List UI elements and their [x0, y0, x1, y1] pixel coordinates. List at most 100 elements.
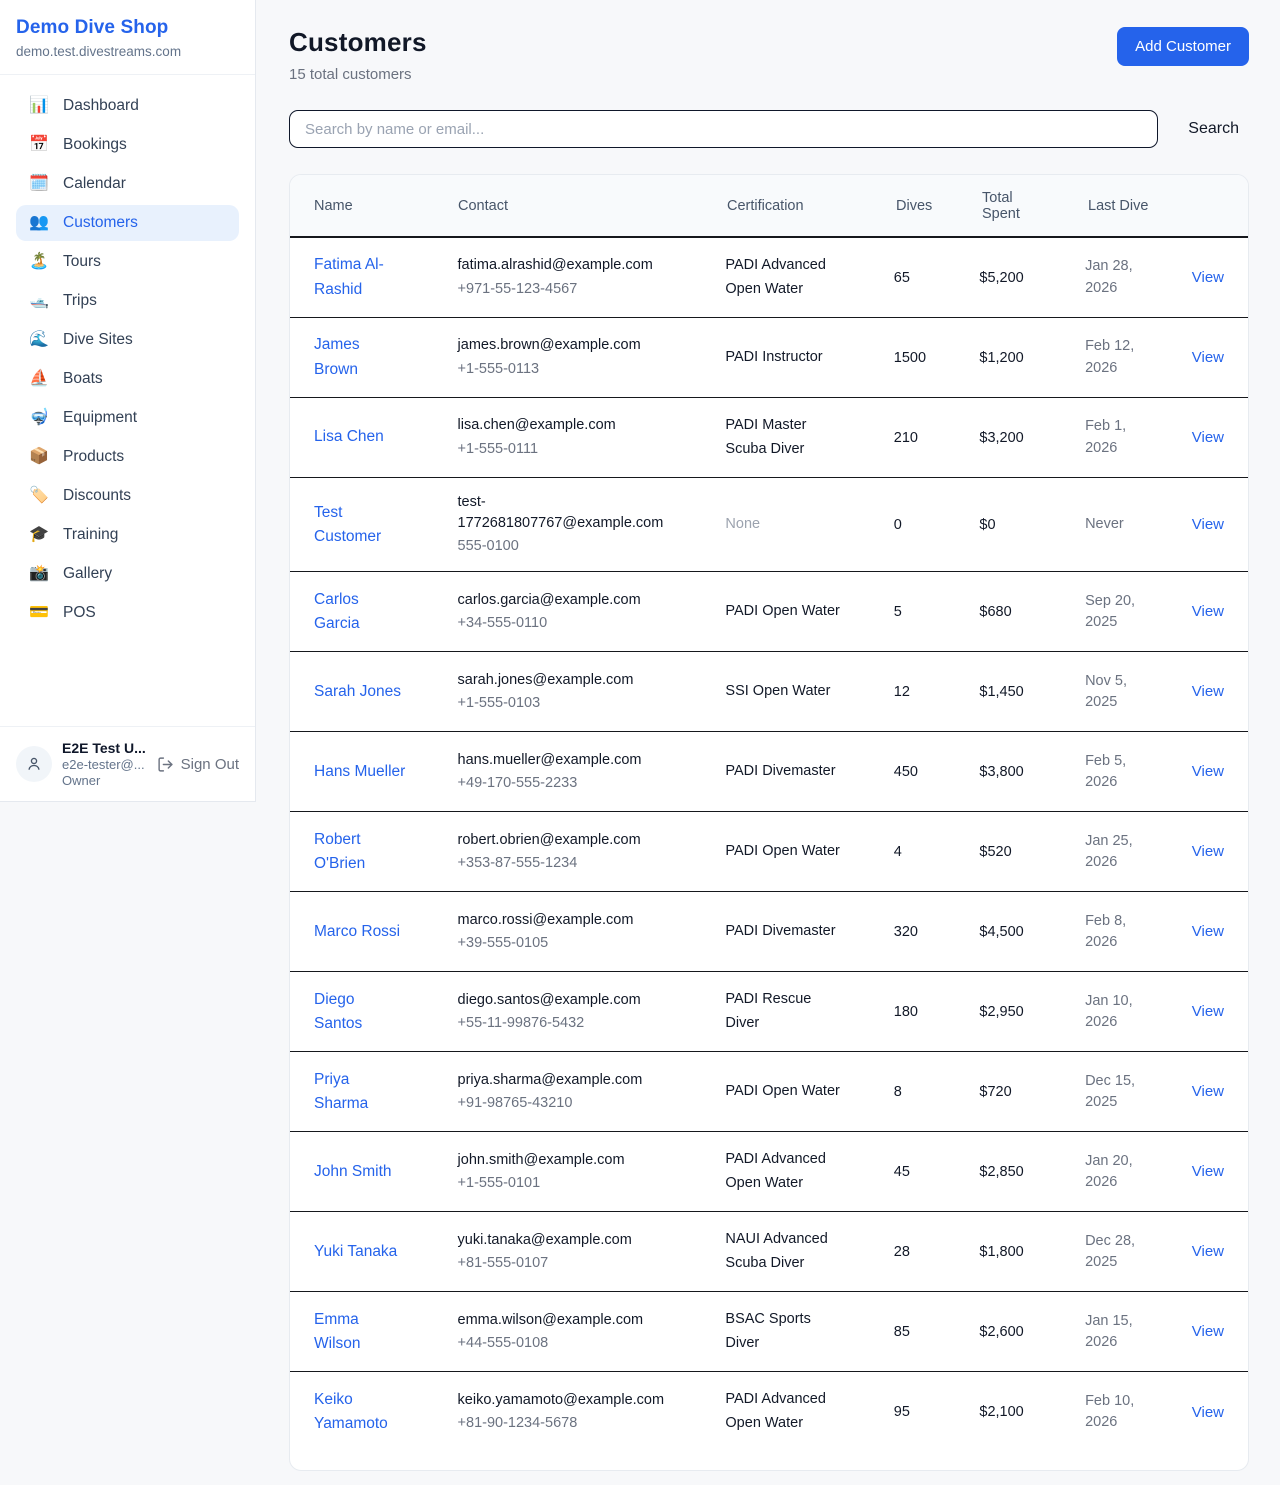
sidebar-item-discounts[interactable]: 🏷️ Discounts — [16, 478, 239, 514]
view-customer-link[interactable]: View — [1192, 843, 1224, 860]
sidebar-item-trips[interactable]: 🛥️ Trips — [16, 283, 239, 319]
customer-name-link[interactable]: James Brown — [314, 333, 406, 381]
customer-dives: 12 — [894, 684, 910, 700]
view-customer-link[interactable]: View — [1192, 1404, 1224, 1421]
customer-certification: BSAC Sports Diver — [725, 1308, 847, 1356]
view-customer-link[interactable]: View — [1192, 763, 1224, 780]
customer-certification: PADI Rescue Diver — [725, 988, 847, 1036]
customer-dives: 65 — [894, 270, 910, 286]
view-customer-link[interactable]: View — [1192, 683, 1224, 700]
column-header-dives: Dives — [896, 198, 982, 214]
customer-last-dive: Jan 20, 2026 — [1085, 1151, 1148, 1193]
customer-certification: PADI Open Water — [725, 1080, 847, 1104]
sign-out-button[interactable]: Sign Out — [157, 756, 239, 773]
customer-name-link[interactable]: Emma Wilson — [314, 1308, 406, 1356]
person-icon — [25, 755, 43, 773]
table-row: Emma Wilson emma.wilson@example.com +44-… — [290, 1292, 1248, 1372]
sidebar-item-customers[interactable]: 👥 Customers — [16, 205, 239, 241]
sidebar-item-calendar[interactable]: 🗓️ Calendar — [16, 166, 239, 202]
customer-dives: 210 — [894, 430, 918, 446]
customer-name-link[interactable]: Priya Sharma — [314, 1068, 406, 1116]
customer-last-dive: Sep 20, 2025 — [1085, 591, 1148, 633]
sidebar-item-tours[interactable]: 🏝️ Tours — [16, 244, 239, 280]
customer-name-link[interactable]: Fatima Al-Rashid — [314, 253, 406, 301]
customer-name-link[interactable]: Hans Mueller — [314, 760, 405, 784]
customer-dives: 8 — [894, 1084, 902, 1100]
view-customer-link[interactable]: View — [1192, 269, 1224, 286]
credit-card-icon: 💳 — [28, 605, 50, 621]
page-header: Customers 15 total customers Add Custome… — [289, 27, 1249, 83]
customer-total-spent: $0 — [979, 517, 995, 533]
sidebar-item-bookings[interactable]: 📅 Bookings — [16, 127, 239, 163]
customer-name-link[interactable]: Robert O'Brien — [314, 828, 406, 876]
sailboat-icon: ⛵ — [28, 371, 50, 387]
customer-certification: PADI Advanced Open Water — [725, 254, 847, 302]
view-customer-link[interactable]: View — [1192, 516, 1224, 533]
calendar-icon: 📅 — [28, 137, 50, 153]
customer-name-link[interactable]: Test Customer — [314, 501, 406, 549]
table-row: Robert O'Brien robert.obrien@example.com… — [290, 812, 1248, 892]
view-customer-link[interactable]: View — [1192, 603, 1224, 620]
sidebar-item-dive-sites[interactable]: 🌊 Dive Sites — [16, 322, 239, 358]
customer-email: yuki.tanaka@example.com — [458, 1230, 674, 1251]
sidebar-item-training[interactable]: 🎓 Training — [16, 517, 239, 553]
table-row: Hans Mueller hans.mueller@example.com +4… — [290, 732, 1248, 812]
view-customer-link[interactable]: View — [1192, 1323, 1224, 1340]
user-name: E2E Test U... — [62, 740, 147, 756]
sidebar-item-label: Equipment — [63, 409, 137, 427]
sidebar-item-equipment[interactable]: 🤿 Equipment — [16, 400, 239, 436]
customer-name-link[interactable]: Lisa Chen — [314, 425, 384, 449]
customer-name-link[interactable]: Sarah Jones — [314, 680, 401, 704]
customer-total-spent: $720 — [979, 1084, 1011, 1100]
sidebar-item-label: POS — [63, 604, 96, 622]
customer-name-link[interactable]: John Smith — [314, 1160, 392, 1184]
customers-table: Name Contact Certification Dives Total S… — [289, 174, 1249, 1471]
sidebar-item-label: Discounts — [63, 487, 131, 505]
view-customer-link[interactable]: View — [1192, 1163, 1224, 1180]
sidebar-item-gallery[interactable]: 📸 Gallery — [16, 556, 239, 592]
customer-dives: 0 — [894, 517, 902, 533]
avatar — [16, 746, 52, 782]
customer-name-link[interactable]: Diego Santos — [314, 988, 406, 1036]
customer-certification: None — [725, 513, 847, 537]
sign-out-icon — [157, 756, 174, 773]
customer-dives: 5 — [894, 604, 902, 620]
customer-total-spent: $3,800 — [979, 764, 1023, 780]
column-header-certification: Certification — [727, 198, 896, 214]
sidebar-item-dashboard[interactable]: 📊 Dashboard — [16, 88, 239, 124]
customer-total-spent: $1,200 — [979, 350, 1023, 366]
view-customer-link[interactable]: View — [1192, 1243, 1224, 1260]
customer-dives: 28 — [894, 1244, 910, 1260]
customer-name-link[interactable]: Yuki Tanaka — [314, 1240, 397, 1264]
view-customer-link[interactable]: View — [1192, 349, 1224, 366]
table-row: John Smith john.smith@example.com +1-555… — [290, 1132, 1248, 1212]
customer-name-link[interactable]: Marco Rossi — [314, 920, 400, 944]
user-email: e2e-tester@... — [62, 757, 147, 772]
table-row: Diego Santos diego.santos@example.com +5… — [290, 972, 1248, 1052]
sidebar-item-label: Dive Sites — [63, 331, 133, 349]
sidebar-item-label: Bookings — [63, 136, 127, 154]
customer-last-dive: Nov 5, 2025 — [1085, 671, 1148, 713]
motorboat-icon: 🛥️ — [28, 293, 50, 309]
view-customer-link[interactable]: View — [1192, 429, 1224, 446]
search-input[interactable] — [289, 110, 1158, 148]
view-customer-link[interactable]: View — [1192, 1083, 1224, 1100]
table-row: Keiko Yamamoto keiko.yamamoto@example.co… — [290, 1372, 1248, 1452]
sidebar-item-boats[interactable]: ⛵ Boats — [16, 361, 239, 397]
customer-email: test-1772681807767@example.com — [458, 492, 674, 534]
table-row: Carlos Garcia carlos.garcia@example.com … — [290, 572, 1248, 652]
column-header-last-dive: Last Dive — [1088, 198, 1195, 214]
customer-total-spent: $2,100 — [979, 1404, 1023, 1420]
view-customer-link[interactable]: View — [1192, 1003, 1224, 1020]
sidebar-item-products[interactable]: 📦 Products — [16, 439, 239, 475]
customer-name-link[interactable]: Keiko Yamamoto — [314, 1388, 406, 1436]
view-customer-link[interactable]: View — [1192, 923, 1224, 940]
customer-phone: +81-555-0107 — [458, 1253, 674, 1274]
add-customer-button[interactable]: Add Customer — [1117, 27, 1249, 66]
customer-last-dive: Dec 28, 2025 — [1085, 1231, 1148, 1273]
customer-total-spent: $2,950 — [979, 1004, 1023, 1020]
search-button[interactable]: Search — [1178, 114, 1249, 144]
customer-last-dive: Dec 15, 2025 — [1085, 1071, 1148, 1113]
customer-name-link[interactable]: Carlos Garcia — [314, 588, 406, 636]
sidebar-item-pos[interactable]: 💳 POS — [16, 595, 239, 631]
